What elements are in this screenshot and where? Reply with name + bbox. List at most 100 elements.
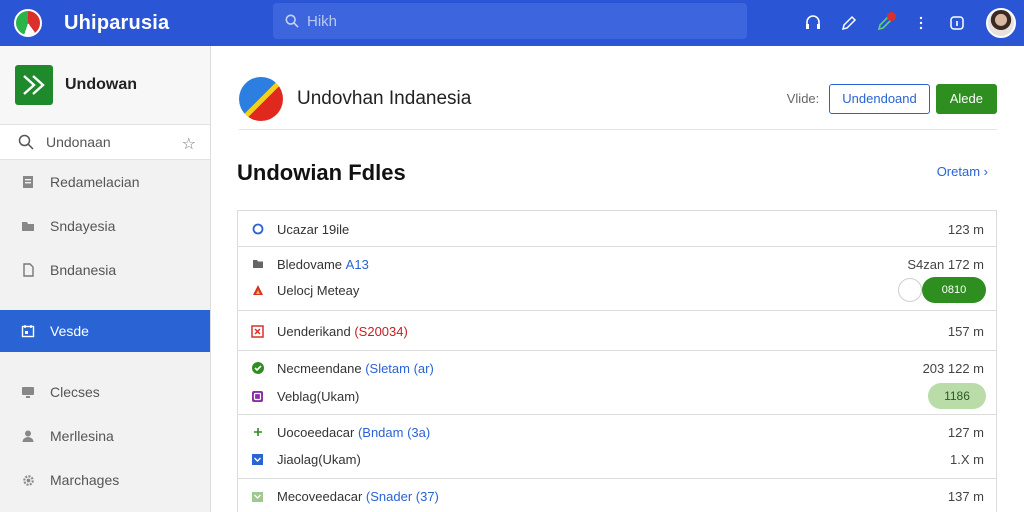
list-item[interactable]: Veblag(Ukam) 1186	[238, 380, 996, 412]
list-item[interactable]: Uelocj Meteay 0810	[238, 275, 996, 305]
list-item-text: Uelocj Meteay	[277, 282, 360, 298]
brand-logo-icon	[15, 65, 53, 105]
list-item-text: Uenderikand	[277, 323, 351, 339]
status-toggle[interactable]: 0810	[898, 277, 986, 303]
list-item-tag: (S20034)	[354, 323, 408, 339]
user-avatar[interactable]	[986, 8, 1016, 38]
sidebar-item-label: Redamelacian	[50, 174, 140, 190]
brand-name: Undowan	[65, 76, 137, 93]
status-pill[interactable]: 1186	[928, 383, 986, 409]
info-icon[interactable]	[946, 12, 968, 34]
list-item[interactable]: Uenderikand (S20034) 157 m	[238, 311, 996, 351]
list-item[interactable]: Ucazar 19ile 123 m	[238, 211, 996, 247]
list-group: Mecoveedacar (Snader (37) 137 m	[238, 479, 996, 512]
red-file-icon	[250, 324, 265, 339]
list-item-text: Uocoeedacar	[277, 424, 355, 440]
list-item-tag: (Snader (37)	[365, 488, 439, 504]
app-title: Uhiparusia	[64, 11, 170, 34]
sidebar-search-icon	[18, 134, 34, 150]
check-circle-icon	[250, 361, 265, 376]
list-item-tag: A13	[345, 256, 369, 272]
list-item-text: Necmeendane	[277, 360, 362, 376]
sidebar-search[interactable]: Undonaan ☆	[0, 124, 210, 160]
list-item-meta: 203 122 m	[922, 360, 984, 376]
alert-icon	[250, 283, 265, 298]
list-item-text: Mecoveedacar	[277, 488, 363, 504]
list-item[interactable]: Necmeendane (Sletam (ar) 203 122 m	[238, 356, 996, 380]
sidebar-item-redamelacian[interactable]: Redamelacian	[0, 160, 210, 204]
folder-icon	[20, 218, 36, 234]
toggle-knob	[898, 278, 922, 302]
circle-status-icon	[250, 222, 265, 237]
list-item[interactable]: Mecoveedacar (Snader (37) 137 m	[238, 479, 996, 512]
list-item[interactable]: Uocoeedacar (Bndam (3a) 127 m	[238, 419, 996, 445]
checkbox-icon	[250, 452, 265, 467]
sidebar-item-merllesina[interactable]: Merllesina	[0, 414, 210, 458]
file-list: Ucazar 19ile 123 m Bledovame A13 S4zan 1…	[237, 210, 997, 512]
sidebar-item-sndayesia[interactable]: Sndayesia	[0, 204, 210, 248]
sidebar-item-label: Vesde	[50, 323, 89, 339]
sidebar-item-label: Bndanesia	[50, 262, 117, 278]
list-item-meta: 157 m	[947, 323, 984, 339]
section-link[interactable]: Oretam ›	[937, 164, 988, 179]
sidebar-item-label: Marchages	[50, 472, 120, 488]
file-icon	[20, 262, 36, 278]
entity-logo-icon	[239, 76, 283, 121]
headset-icon[interactable]	[802, 12, 824, 34]
search-input[interactable]	[307, 12, 727, 30]
sidebar-item-label: Sndayesia	[50, 218, 116, 234]
search-icon	[285, 14, 299, 28]
notifications-icon[interactable]	[874, 12, 896, 34]
list-item[interactable]: Bledovame A13 S4zan 172 m	[238, 253, 996, 275]
toggle-label: 0810	[922, 277, 986, 303]
list-item-text: Bledovame	[277, 256, 343, 272]
list-item-meta: 1.X m	[950, 451, 984, 467]
sidebar: Undowan Undonaan ☆ Redamelacian Sndayesi…	[0, 46, 211, 512]
sidebar-brand[interactable]: Undowan	[0, 46, 210, 124]
list-item-meta: 123 m	[947, 221, 984, 237]
notification-badge	[887, 12, 896, 21]
list-group: Necmeendane (Sletam (ar) 203 122 m Vebla…	[238, 351, 996, 415]
edit-icon[interactable]	[838, 12, 860, 34]
view-label: Vlide:	[786, 91, 820, 106]
list-item-text: Ucazar 19ile	[277, 221, 350, 237]
sidebar-item-label: Clecses	[50, 384, 100, 400]
list-item[interactable]: Jiaolag(Ukam) 1.X m	[238, 445, 996, 473]
header-actions: Vlide: Undendoand Alede	[786, 83, 997, 114]
section-link-label: Oretam	[936, 164, 981, 179]
more-icon[interactable]	[910, 12, 932, 34]
list-group: Ucazar 19ile 123 m	[238, 211, 996, 247]
list-item-meta: 127 m	[947, 424, 984, 440]
sidebar-item-vesde[interactable]: Vesde	[0, 310, 210, 352]
chevron-right-icon: ›	[983, 164, 988, 179]
image-icon	[250, 389, 265, 404]
document-icon	[20, 174, 36, 190]
app-logo-wrap[interactable]: Uhiparusia	[0, 9, 260, 37]
sidebar-item-bndanesia[interactable]: Bndanesia	[0, 248, 210, 292]
section-title: Undowian Fdles	[237, 160, 406, 185]
app-logo-icon[interactable]	[14, 9, 42, 37]
list-group: Uenderikand (S20034) 157 m	[238, 311, 996, 351]
top-icons	[802, 0, 1024, 46]
list-group: Bledovame A13 S4zan 172 m Uelocj Meteay …	[238, 247, 996, 311]
gear-icon	[20, 472, 36, 488]
list-item-text: Veblag(Ukam)	[277, 388, 360, 404]
sidebar-search-text: Undonaan	[46, 134, 111, 150]
top-bar: Uhiparusia	[0, 0, 1024, 46]
list-item-meta: S4zan 172 m	[907, 256, 984, 272]
entity-header: Undovhan Indanesia Vlide: Undendoand Ale…	[239, 68, 997, 130]
star-icon[interactable]: ☆	[182, 134, 196, 154]
sidebar-item-marchages[interactable]: Marchages	[0, 458, 210, 502]
outline-action-button[interactable]: Undendoand	[829, 83, 930, 114]
list-item-tag: (Bndam (3a)	[357, 424, 431, 440]
monitor-icon	[20, 384, 36, 400]
primary-action-button[interactable]: Alede	[935, 83, 997, 114]
sidebar-item-clecses[interactable]: Clecses	[0, 370, 210, 414]
global-search[interactable]	[273, 3, 747, 39]
entity-title: Undovhan Indanesia	[297, 87, 472, 109]
list-item-meta: 137 m	[947, 488, 984, 504]
plus-icon	[250, 425, 265, 440]
folder-icon	[250, 257, 265, 272]
